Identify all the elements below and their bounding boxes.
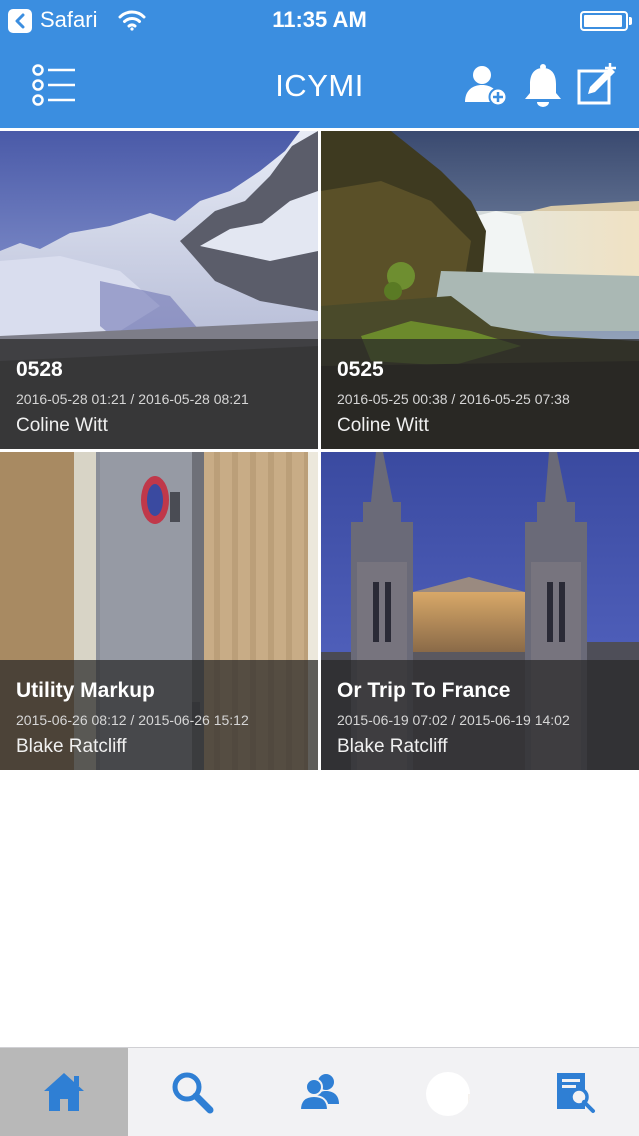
nav-bar: ICYMI bbox=[0, 42, 639, 128]
album-title: 0525 bbox=[337, 358, 384, 381]
tab-friends[interactable] bbox=[256, 1048, 384, 1136]
album-caption: Or Trip To France 2015-06-19 07:02 / 201… bbox=[321, 660, 639, 770]
tab-bar bbox=[0, 1047, 639, 1136]
compose-icon[interactable] bbox=[574, 62, 622, 108]
tab-reader[interactable] bbox=[511, 1048, 639, 1136]
tab-home[interactable] bbox=[0, 1048, 128, 1136]
search-icon bbox=[172, 1072, 214, 1114]
album-date-range: 2016-05-25 00:38 / 2016-05-25 07:38 bbox=[337, 391, 570, 407]
friends-icon bbox=[298, 1074, 339, 1111]
album-date-range: 2015-06-26 08:12 / 2015-06-26 15:12 bbox=[16, 712, 249, 728]
album-card[interactable]: 0528 2016-05-28 01:21 / 2016-05-28 08:21… bbox=[0, 131, 318, 449]
tab-search[interactable] bbox=[128, 1048, 256, 1136]
album-title: Utility Markup bbox=[16, 679, 155, 702]
album-title: 0528 bbox=[16, 358, 63, 381]
battery-icon bbox=[580, 11, 628, 31]
album-author[interactable]: Blake Ratcliff bbox=[337, 735, 448, 759]
album-date-range: 2015-06-19 07:02 / 2015-06-19 14:02 bbox=[337, 712, 570, 728]
home-icon bbox=[44, 1073, 84, 1111]
tab-profile[interactable] bbox=[384, 1048, 512, 1136]
album-author[interactable]: Coline Witt bbox=[337, 414, 429, 438]
album-title: Or Trip To France bbox=[337, 679, 511, 702]
battery-tip bbox=[629, 17, 632, 25]
album-card[interactable]: Utility Markup 2015-06-26 08:12 / 2015-0… bbox=[0, 452, 318, 770]
reader-icon bbox=[557, 1073, 595, 1113]
album-date-range: 2016-05-28 01:21 / 2016-05-28 08:21 bbox=[16, 391, 249, 407]
status-time: 11:35 AM bbox=[272, 7, 367, 32]
status-bar: Safari 11:35 AM bbox=[0, 0, 639, 42]
add-user-icon[interactable] bbox=[462, 62, 510, 108]
album-author[interactable]: Blake Ratcliff bbox=[16, 735, 127, 759]
album-card[interactable]: Or Trip To France 2015-06-19 07:02 / 201… bbox=[321, 452, 639, 770]
avatar bbox=[426, 1072, 470, 1116]
album-caption: Utility Markup 2015-06-26 08:12 / 2015-0… bbox=[0, 660, 318, 770]
bell-icon[interactable] bbox=[520, 62, 568, 108]
album-author[interactable]: Coline Witt bbox=[16, 414, 108, 438]
album-card[interactable]: 0525 2016-05-25 00:38 / 2016-05-25 07:38… bbox=[321, 131, 639, 449]
album-caption: 0528 2016-05-28 01:21 / 2016-05-28 08:21… bbox=[0, 339, 318, 449]
album-caption: 0525 2016-05-25 00:38 / 2016-05-25 07:38… bbox=[321, 339, 639, 449]
album-grid: 0528 2016-05-28 01:21 / 2016-05-28 08:21… bbox=[0, 131, 639, 770]
